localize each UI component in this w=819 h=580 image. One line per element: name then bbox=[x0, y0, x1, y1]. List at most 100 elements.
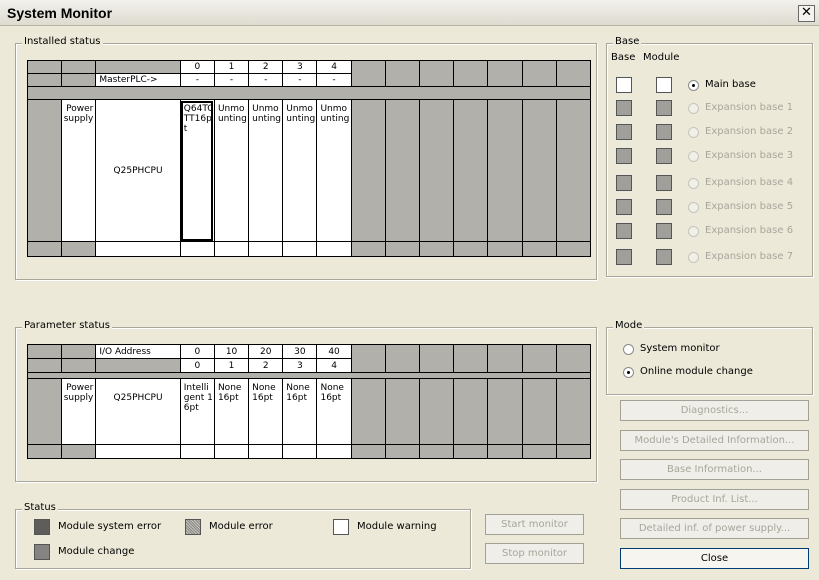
module-error-swatch bbox=[185, 519, 201, 535]
parameter-power-supply[interactable]: Power supply bbox=[61, 378, 97, 445]
window-title: System Monitor bbox=[7, 5, 113, 21]
base-indicator bbox=[616, 124, 632, 140]
base-column-header: Base bbox=[611, 52, 636, 63]
master-plc-value: - bbox=[179, 73, 215, 87]
io-address-value: 30 bbox=[282, 344, 318, 359]
expansion-base-7-radio[interactable] bbox=[688, 252, 699, 263]
system-monitor-radio[interactable] bbox=[623, 344, 634, 355]
installed-power-supply-label: Power supply bbox=[63, 104, 94, 124]
base-information-button[interactable]: Base Information... bbox=[620, 459, 809, 480]
parameter-slot-number: 4 bbox=[316, 358, 352, 373]
master-plc-value: - bbox=[282, 73, 318, 87]
module-error-label: Module error bbox=[209, 521, 273, 532]
diagnostics-button[interactable]: Diagnostics... bbox=[620, 400, 809, 421]
installed-module-slot-2[interactable]: Unmounting bbox=[248, 99, 284, 242]
start-monitor-button[interactable]: Start monitor bbox=[485, 514, 584, 535]
expansion-base-3-radio[interactable] bbox=[688, 151, 699, 162]
online-module-change-label: Online module change bbox=[640, 366, 753, 377]
parameter-module-slot-0[interactable]: Intelligent 16pt bbox=[179, 378, 215, 445]
module-indicator bbox=[656, 249, 672, 265]
installed-module-slot-0[interactable]: Q64TCTT16pt bbox=[179, 99, 215, 242]
module-detailed-information-button[interactable]: Module's Detailed Information... bbox=[620, 430, 809, 451]
expansion-base-4-radio[interactable] bbox=[688, 178, 699, 189]
master-plc-label: MasterPLC-> bbox=[95, 73, 181, 87]
base-indicator bbox=[616, 148, 632, 164]
base-indicator bbox=[616, 175, 632, 191]
io-address-value: 0 bbox=[179, 344, 215, 359]
module-indicator bbox=[656, 124, 672, 140]
mode-group: Mode bbox=[606, 320, 813, 395]
expansion-base-4-label: Expansion base 4 bbox=[705, 177, 794, 188]
parameter-status-legend: Parameter status bbox=[22, 320, 112, 331]
title-bar: System Monitor ✕ bbox=[0, 0, 819, 26]
module-system-error-label: Module system error bbox=[58, 521, 162, 532]
parameter-status-table: I/O Address 0 10 20 30 40 0 1 2 3 4 Powe… bbox=[26, 344, 592, 459]
installed-module-slot-3[interactable]: Unmounting bbox=[282, 99, 318, 242]
parameter-module-slot-1[interactable]: None 16pt bbox=[213, 378, 250, 445]
parameter-slot-number: 0 bbox=[179, 358, 215, 373]
mode-legend: Mode bbox=[613, 320, 645, 331]
module-indicator bbox=[656, 223, 672, 239]
base-indicator bbox=[616, 223, 632, 239]
expansion-base-6-label: Expansion base 6 bbox=[705, 225, 794, 236]
parameter-slot-number: 3 bbox=[282, 358, 318, 373]
module-change-swatch bbox=[34, 544, 50, 560]
online-module-change-radio[interactable] bbox=[623, 367, 634, 378]
installed-slot-header: 0 bbox=[179, 60, 215, 74]
installed-status-table: 0 1 2 3 4 MasterPLC-> - - - - - Power su… bbox=[26, 60, 592, 257]
parameter-module-slot-4[interactable]: None 16pt bbox=[316, 378, 352, 445]
expansion-base-6-radio[interactable] bbox=[688, 226, 699, 237]
module-system-error-swatch bbox=[34, 519, 50, 535]
installed-power-supply[interactable]: Power supply bbox=[61, 99, 97, 242]
installed-module-slot-4[interactable]: Unmounting bbox=[316, 99, 352, 242]
io-address-value: 40 bbox=[316, 344, 352, 359]
master-plc-value: - bbox=[213, 73, 250, 87]
base-indicator bbox=[616, 249, 632, 265]
io-address-label: I/O Address bbox=[95, 344, 181, 359]
parameter-cpu[interactable]: Q25PHCPU bbox=[95, 378, 181, 445]
module-column-header: Module bbox=[643, 52, 680, 63]
product-inf-list-button[interactable]: Product Inf. List... bbox=[620, 489, 809, 510]
close-icon[interactable]: ✕ bbox=[798, 5, 815, 22]
expansion-base-2-label: Expansion base 2 bbox=[705, 126, 794, 137]
main-base-radio[interactable] bbox=[688, 80, 699, 91]
installed-cpu[interactable]: Q25PHCPU bbox=[95, 99, 181, 242]
module-indicator bbox=[656, 148, 672, 164]
base-indicator bbox=[616, 100, 632, 116]
module-change-label: Module change bbox=[58, 546, 135, 557]
installed-slot-header: 1 bbox=[213, 60, 250, 74]
installed-module-slot-1[interactable]: Unmounting bbox=[213, 99, 250, 242]
master-plc-value: - bbox=[316, 73, 352, 87]
installed-slot-header: 3 bbox=[282, 60, 318, 74]
expansion-base-5-label: Expansion base 5 bbox=[705, 201, 794, 212]
expansion-base-1-label: Expansion base 1 bbox=[705, 102, 794, 113]
parameter-module-slot-2[interactable]: None 16pt bbox=[248, 378, 284, 445]
module-warning-label: Module warning bbox=[357, 521, 437, 532]
stop-monitor-button[interactable]: Stop monitor bbox=[485, 543, 584, 564]
expansion-base-5-radio[interactable] bbox=[688, 202, 699, 213]
base-indicator bbox=[616, 199, 632, 215]
base-legend: Base bbox=[613, 36, 642, 47]
parameter-slot-number: 1 bbox=[213, 358, 250, 373]
io-address-value: 10 bbox=[213, 344, 250, 359]
io-address-value: 20 bbox=[248, 344, 284, 359]
close-button[interactable]: Close bbox=[620, 548, 809, 569]
master-plc-value: - bbox=[248, 73, 284, 87]
power-supply-detail-button[interactable]: Detailed inf. of power supply... bbox=[620, 518, 809, 539]
parameter-module-slot-3[interactable]: None 16pt bbox=[282, 378, 318, 445]
module-indicator bbox=[656, 100, 672, 116]
status-group: Status bbox=[15, 502, 471, 569]
expansion-base-7-label: Expansion base 7 bbox=[705, 251, 794, 262]
module-indicator bbox=[656, 199, 672, 215]
expansion-base-3-label: Expansion base 3 bbox=[705, 150, 794, 161]
module-indicator bbox=[656, 77, 672, 93]
expansion-base-1-radio[interactable] bbox=[688, 103, 699, 114]
expansion-base-2-radio[interactable] bbox=[688, 127, 699, 138]
main-base-label: Main base bbox=[705, 79, 756, 90]
installed-slot-header: 4 bbox=[316, 60, 352, 74]
status-legend: Status bbox=[22, 502, 58, 513]
module-indicator bbox=[656, 175, 672, 191]
installed-status-legend: Installed status bbox=[22, 36, 103, 47]
base-indicator bbox=[616, 77, 632, 93]
parameter-slot-number: 2 bbox=[248, 358, 284, 373]
